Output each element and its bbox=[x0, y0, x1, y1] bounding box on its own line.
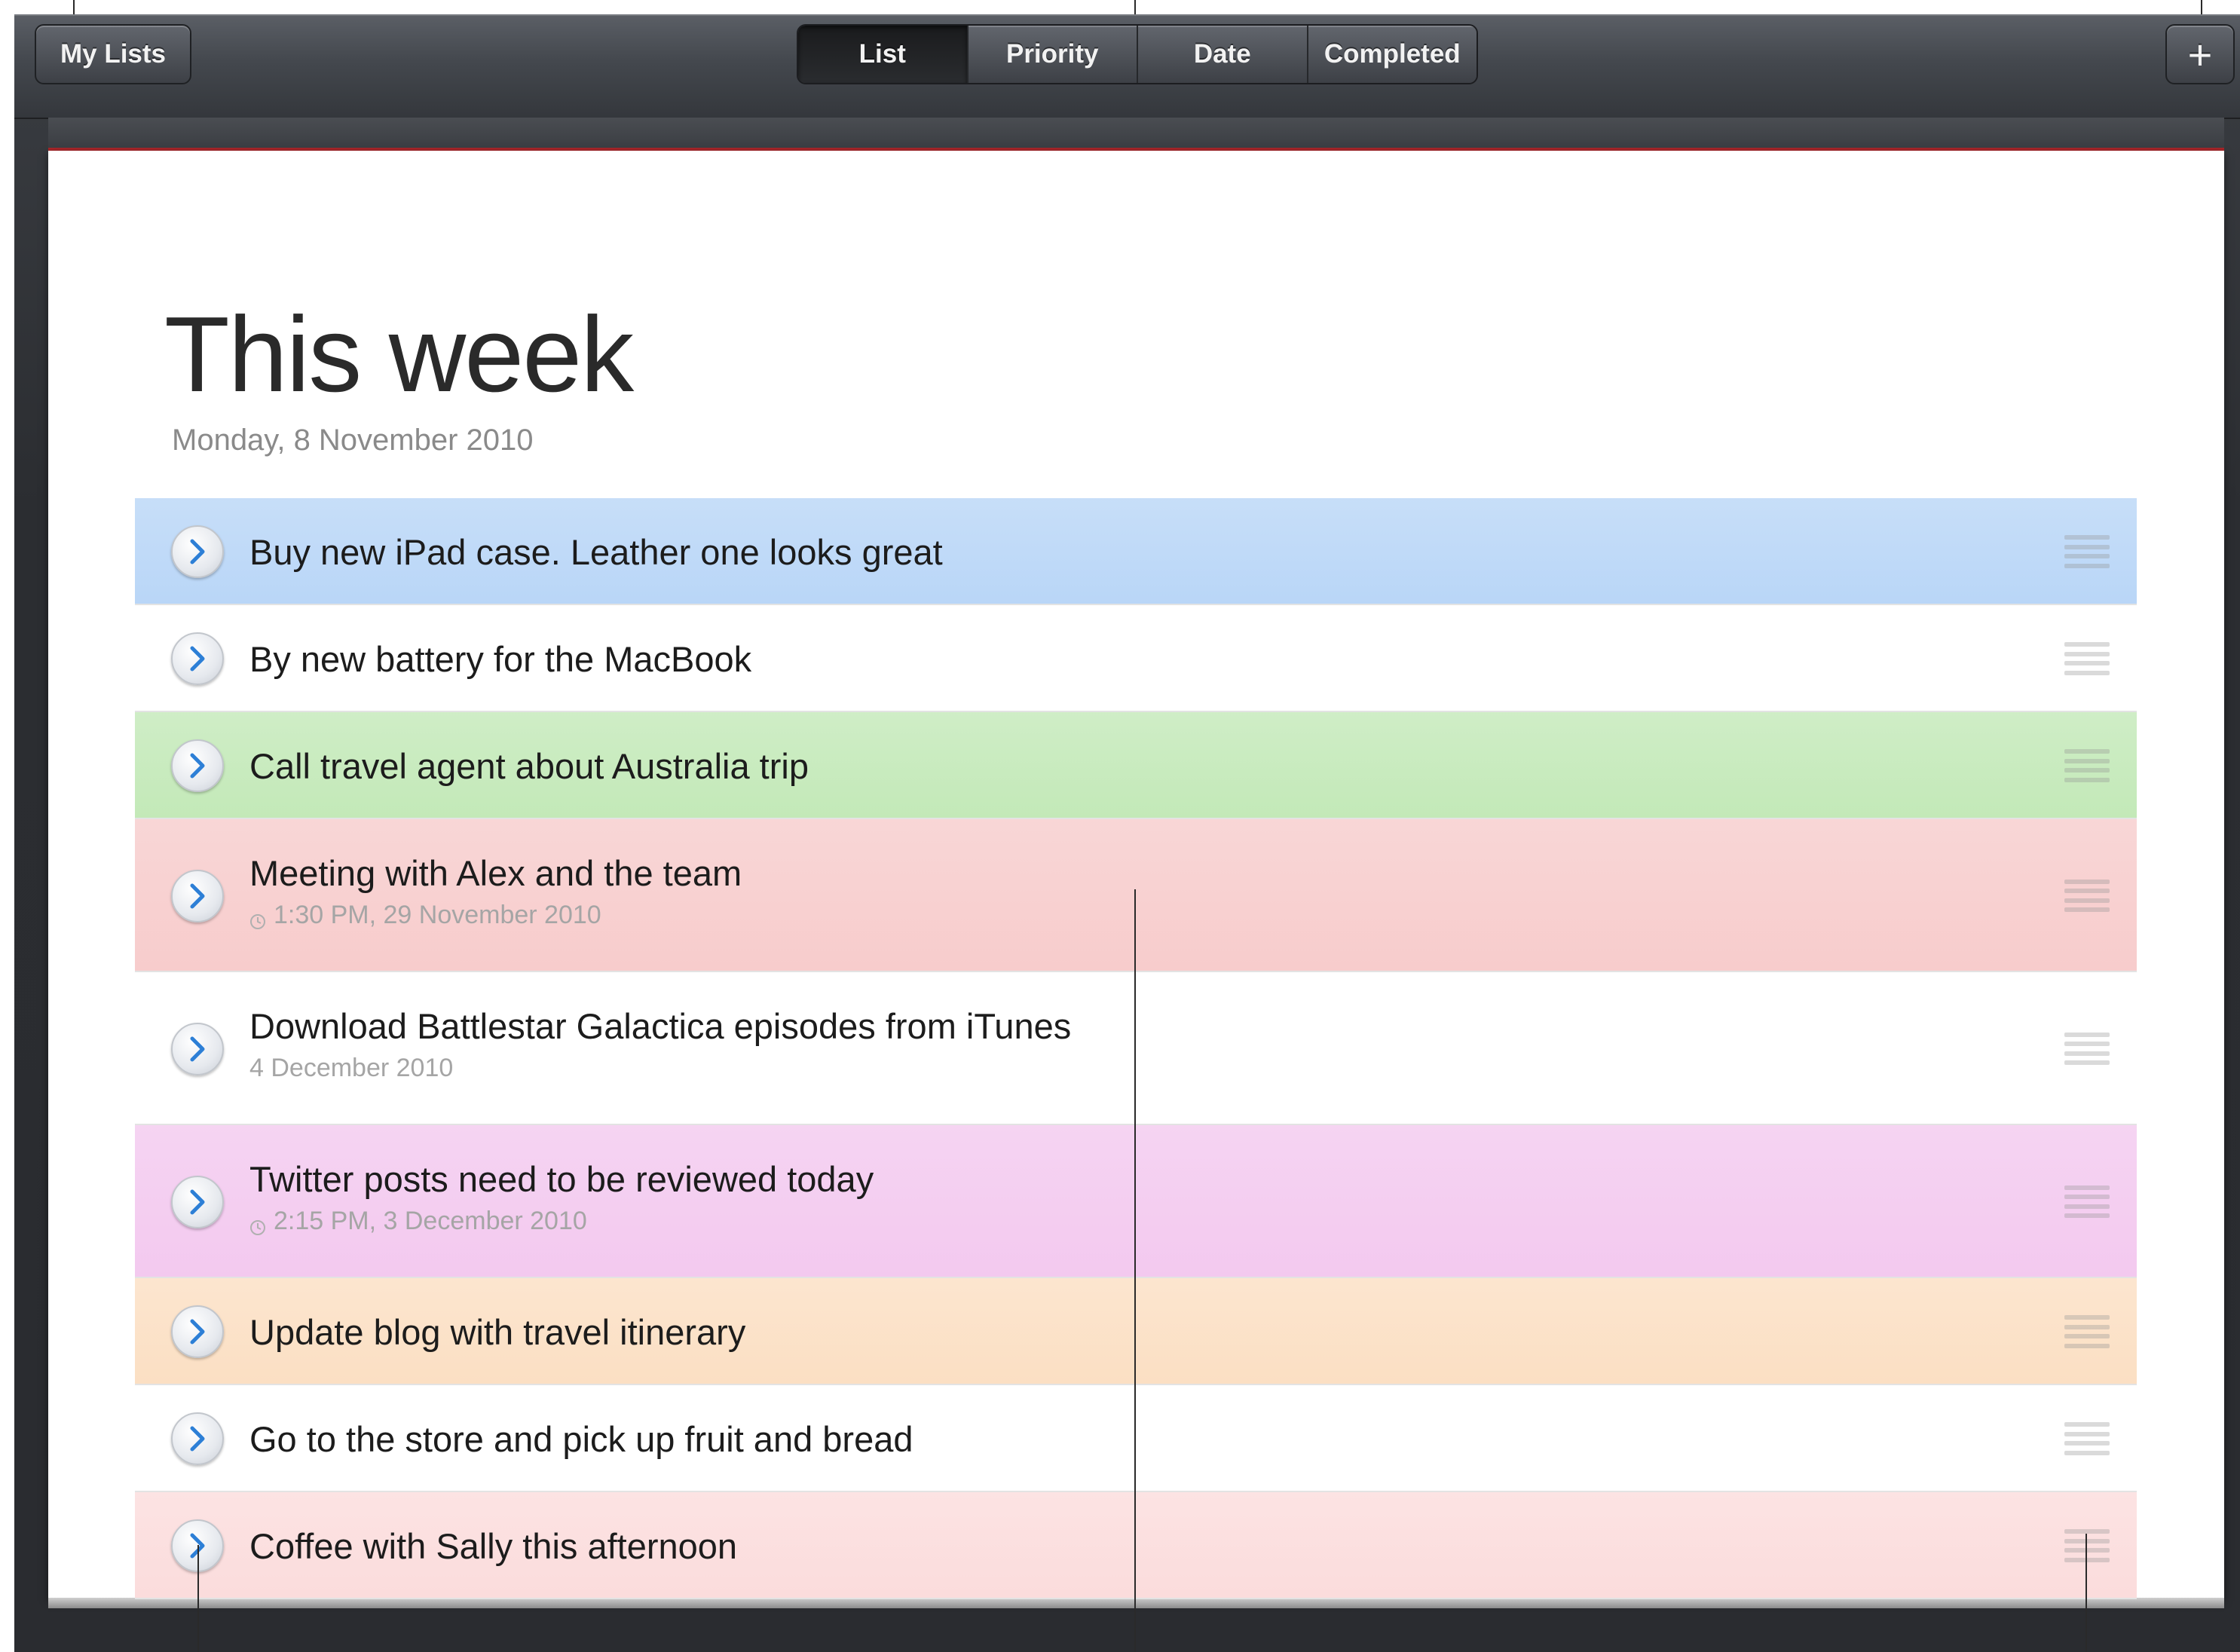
reorder-grip-icon[interactable] bbox=[2064, 1032, 2110, 1066]
task-row[interactable]: Call travel agent about Australia trip bbox=[135, 712, 2137, 819]
chevron-right-icon bbox=[190, 1319, 205, 1345]
task-due-date: 2:15 PM, 3 December 2010 bbox=[249, 1207, 587, 1236]
task-row[interactable]: By new battery for the MacBook bbox=[135, 605, 2137, 712]
reorder-grip-icon[interactable] bbox=[2064, 749, 2110, 782]
view-segmented-control: List Priority Date Completed bbox=[797, 24, 1478, 84]
chevron-right-icon bbox=[190, 539, 205, 564]
paper-bottom-edge bbox=[48, 1598, 2224, 1608]
task-title: Call travel agent about Australia trip bbox=[249, 746, 809, 786]
chevron-right-icon bbox=[190, 1036, 205, 1061]
task-due-date-text: 4 December 2010 bbox=[249, 1054, 454, 1082]
task-detail-button[interactable] bbox=[171, 1022, 224, 1075]
chevron-right-icon bbox=[190, 1426, 205, 1452]
task-due-date-text: 2:15 PM, 3 December 2010 bbox=[274, 1207, 587, 1235]
page-date: Monday, 8 November 2010 bbox=[172, 424, 534, 457]
task-row[interactable]: Buy new iPad case. Leather one looks gre… bbox=[135, 498, 2137, 605]
paper-binding-strip bbox=[48, 118, 2224, 151]
chevron-right-icon bbox=[190, 1189, 205, 1214]
task-title: Coffee with Sally this afternoon bbox=[249, 1526, 738, 1566]
reorder-grip-icon[interactable] bbox=[2064, 879, 2110, 913]
page-title: This week bbox=[164, 295, 634, 415]
task-due-date: 4 December 2010 bbox=[249, 1054, 453, 1083]
task-row[interactable]: Go to the store and pick up fruit and br… bbox=[135, 1385, 2137, 1492]
callout-line-grip bbox=[2085, 1534, 2087, 1652]
callout-line-row bbox=[1134, 889, 1136, 1652]
task-row[interactable]: Meeting with Alex and the team 1:30 PM, 2… bbox=[135, 819, 2137, 972]
task-due-date: 1:30 PM, 29 November 2010 bbox=[249, 901, 601, 930]
chevron-right-icon bbox=[190, 646, 205, 672]
task-title: Go to the store and pick up fruit and br… bbox=[249, 1419, 913, 1459]
task-title: Twitter posts need to be reviewed today bbox=[249, 1159, 874, 1199]
chevron-right-icon bbox=[190, 883, 205, 908]
task-title: Meeting with Alex and the team bbox=[249, 853, 742, 893]
task-due-date-text: 1:30 PM, 29 November 2010 bbox=[274, 901, 601, 929]
task-row[interactable]: Twitter posts need to be reviewed today 2… bbox=[135, 1125, 2137, 1278]
tab-date[interactable]: Date bbox=[1138, 26, 1308, 83]
tab-list[interactable]: List bbox=[798, 26, 969, 83]
clock-icon bbox=[249, 907, 266, 929]
tab-priority[interactable]: Priority bbox=[968, 26, 1138, 83]
task-title: Update blog with travel itinerary bbox=[249, 1312, 746, 1352]
reorder-grip-icon[interactable] bbox=[2064, 1422, 2110, 1455]
reorder-grip-icon[interactable] bbox=[2064, 1185, 2110, 1219]
task-title: Download Battlestar Galactica episodes f… bbox=[249, 1006, 1072, 1046]
callout-line-disclosure bbox=[197, 1545, 199, 1652]
task-detail-button[interactable] bbox=[171, 1175, 224, 1228]
add-task-button[interactable]: + bbox=[2165, 24, 2235, 84]
my-lists-button[interactable]: My Lists bbox=[35, 24, 191, 84]
task-detail-button[interactable] bbox=[171, 1412, 224, 1465]
task-detail-button[interactable] bbox=[171, 525, 224, 578]
task-row[interactable]: Update blog with travel itinerary bbox=[135, 1278, 2137, 1385]
task-list: Buy new iPad case. Leather one looks gre… bbox=[135, 498, 2137, 1599]
tab-completed[interactable]: Completed bbox=[1308, 26, 1477, 83]
task-title: Buy new iPad case. Leather one looks gre… bbox=[249, 532, 943, 572]
reorder-grip-icon[interactable] bbox=[2064, 642, 2110, 675]
reorder-grip-icon[interactable] bbox=[2064, 535, 2110, 568]
chevron-right-icon bbox=[190, 753, 205, 779]
task-row[interactable]: Download Battlestar Galactica episodes f… bbox=[135, 972, 2137, 1125]
task-row[interactable]: Coffee with Sally this afternoon bbox=[135, 1492, 2137, 1599]
task-detail-button[interactable] bbox=[171, 1305, 224, 1358]
reorder-grip-icon[interactable] bbox=[2064, 1529, 2110, 1562]
task-detail-button[interactable] bbox=[171, 739, 224, 792]
task-detail-button[interactable] bbox=[171, 632, 224, 685]
reorder-grip-icon[interactable] bbox=[2064, 1315, 2110, 1348]
task-detail-button[interactable] bbox=[171, 869, 224, 922]
task-title: By new battery for the MacBook bbox=[249, 639, 752, 679]
clock-icon bbox=[249, 1213, 266, 1235]
